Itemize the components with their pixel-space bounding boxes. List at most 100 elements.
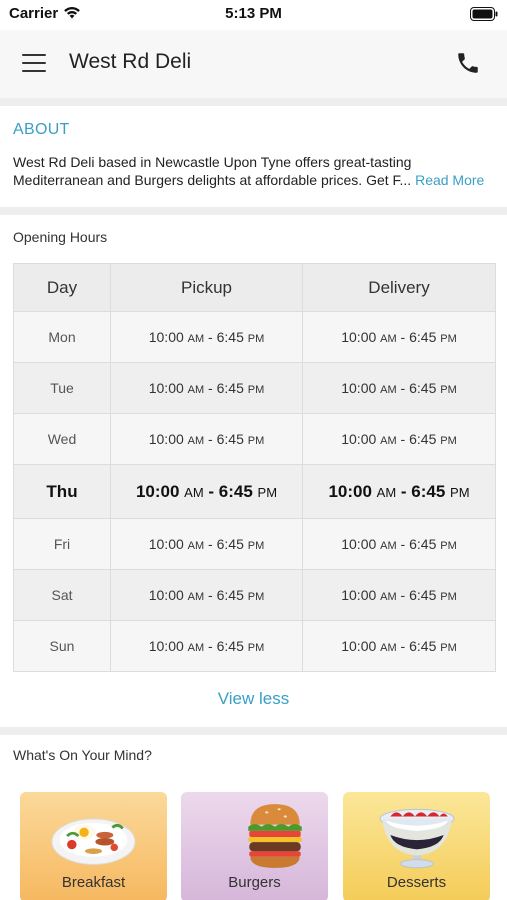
category-label: Desserts xyxy=(386,874,447,891)
table-row: Fri 10:00 AM - 6:45 PM 10:00 AM - 6:45 PM xyxy=(13,518,496,570)
am-label: AM xyxy=(380,384,397,396)
am-label: AM xyxy=(380,435,397,447)
close-time: 6:45 xyxy=(216,329,244,345)
open-time: 10:00 xyxy=(328,481,372,501)
app-header: West Rd Deli xyxy=(0,30,507,98)
opening-hours-label: Opening Hours xyxy=(13,229,108,245)
pm-label: PM xyxy=(247,333,265,345)
am-label: AM xyxy=(187,384,205,396)
category-label: Breakfast xyxy=(61,874,126,891)
divider xyxy=(0,98,507,106)
pm-label: PM xyxy=(247,642,265,654)
pm-label: PM xyxy=(257,484,278,500)
pm-label: PM xyxy=(440,333,457,345)
am-label: AM xyxy=(187,591,205,603)
dessert-bowl-icon xyxy=(379,808,455,869)
delivery-hours-cell: 10:00 AM - 6:45 PM xyxy=(302,413,496,465)
close-time: 6:45 xyxy=(409,587,437,603)
am-label: AM xyxy=(184,484,204,500)
burger-icon xyxy=(248,804,302,868)
pm-label: PM xyxy=(440,384,457,396)
category-burgers[interactable]: Burgers xyxy=(181,792,328,900)
am-label: AM xyxy=(380,642,397,654)
view-less-link[interactable]: View less xyxy=(0,689,507,709)
close-time: 6:45 xyxy=(216,536,244,552)
close-time: 6:45 xyxy=(216,380,244,396)
table-row: Thu 10:00 AM - 6:45 PM 10:00 AM - 6:45 PM xyxy=(13,464,496,519)
day-cell: Tue xyxy=(13,362,111,414)
table-row: Tue 10:00 AM - 6:45 PM 10:00 AM - 6:45 PM xyxy=(13,362,496,414)
open-time: 10:00 xyxy=(148,329,184,345)
categories-label: What's On Your Mind? xyxy=(13,747,152,763)
dash: - xyxy=(204,329,217,345)
close-time: 6:45 xyxy=(409,329,437,345)
pickup-hours-cell: 10:00 AM - 6:45 PM xyxy=(110,362,303,414)
close-time: 6:45 xyxy=(216,431,244,447)
am-label: AM xyxy=(380,540,397,552)
am-label: AM xyxy=(187,333,205,345)
day-cell: Thu xyxy=(13,464,111,519)
status-bar: Carrier 5:13 PM xyxy=(0,0,507,30)
about-text-line: Mediterranean and Burgers delights at af… xyxy=(13,171,498,189)
delivery-hours-cell: 10:00 AM - 6:45 PM xyxy=(302,362,496,414)
am-label: AM xyxy=(187,642,205,654)
am-label: AM xyxy=(376,484,397,500)
pm-label: PM xyxy=(440,591,457,603)
dash: - xyxy=(204,380,217,396)
close-time: 6:45 xyxy=(216,638,244,654)
close-time: 6:45 xyxy=(409,638,437,654)
category-breakfast[interactable]: Breakfast xyxy=(20,792,167,900)
read-more-link[interactable]: Read More xyxy=(415,172,484,188)
dash: - xyxy=(204,587,217,603)
delivery-hours-cell: 10:00 AM - 6:45 PM xyxy=(302,464,496,519)
about-text-truncated: Mediterranean and Burgers delights at af… xyxy=(13,172,412,188)
phone-icon[interactable] xyxy=(455,50,481,76)
pm-label: PM xyxy=(247,435,265,447)
pm-label: PM xyxy=(247,591,265,603)
about-text-line: West Rd Deli based in Newcastle Upon Tyn… xyxy=(13,154,412,170)
open-time: 10:00 xyxy=(148,638,184,654)
open-time: 10:00 xyxy=(148,536,184,552)
open-time: 10:00 xyxy=(148,380,184,396)
am-label: AM xyxy=(187,435,205,447)
close-time: 6:45 xyxy=(218,481,253,501)
pickup-hours-cell: 10:00 AM - 6:45 PM xyxy=(110,620,303,672)
opening-hours-table: Day Pickup Delivery Mon 10:00 AM - 6:45 P… xyxy=(13,263,496,672)
about-heading: ABOUT xyxy=(13,121,70,138)
dash: - xyxy=(396,638,410,654)
dash: - xyxy=(204,536,217,552)
category-label: Burgers xyxy=(228,874,281,891)
dash: - xyxy=(396,431,410,447)
open-time: 10:00 xyxy=(341,638,377,654)
table-row: Sat 10:00 AM - 6:45 PM 10:00 AM - 6:45 PM xyxy=(13,569,496,621)
open-time: 10:00 xyxy=(341,329,377,345)
table-row: Sun 10:00 AM - 6:45 PM 10:00 AM - 6:45 PM xyxy=(13,620,496,672)
delivery-hours-cell: 10:00 AM - 6:45 PM xyxy=(302,518,496,570)
table-row: Mon 10:00 AM - 6:45 PM 10:00 AM - 6:45 PM xyxy=(13,311,496,363)
close-time: 6:45 xyxy=(411,481,446,501)
am-label: AM xyxy=(380,333,397,345)
dash: - xyxy=(396,587,410,603)
dash: - xyxy=(396,481,412,501)
open-time: 10:00 xyxy=(148,431,184,447)
close-time: 6:45 xyxy=(409,431,437,447)
category-desserts[interactable]: Desserts xyxy=(343,792,490,900)
hamburger-menu-icon[interactable] xyxy=(22,52,48,74)
am-label: AM xyxy=(187,540,205,552)
open-time: 10:00 xyxy=(341,587,377,603)
dash: - xyxy=(396,536,410,552)
breakfast-plate-icon xyxy=(51,818,136,865)
pickup-hours-cell: 10:00 AM - 6:45 PM xyxy=(110,518,303,570)
open-time: 10:00 xyxy=(341,380,377,396)
delivery-hours-cell: 10:00 AM - 6:45 PM xyxy=(302,569,496,621)
open-time: 10:00 xyxy=(135,481,180,501)
am-label: AM xyxy=(380,591,397,603)
pm-label: PM xyxy=(247,540,265,552)
day-cell: Mon xyxy=(13,311,111,363)
pickup-hours-cell: 10:00 AM - 6:45 PM xyxy=(110,413,303,465)
day-cell: Sat xyxy=(13,569,111,621)
open-time: 10:00 xyxy=(341,536,377,552)
divider xyxy=(0,207,507,215)
close-time: 6:45 xyxy=(409,536,437,552)
dash: - xyxy=(396,329,410,345)
